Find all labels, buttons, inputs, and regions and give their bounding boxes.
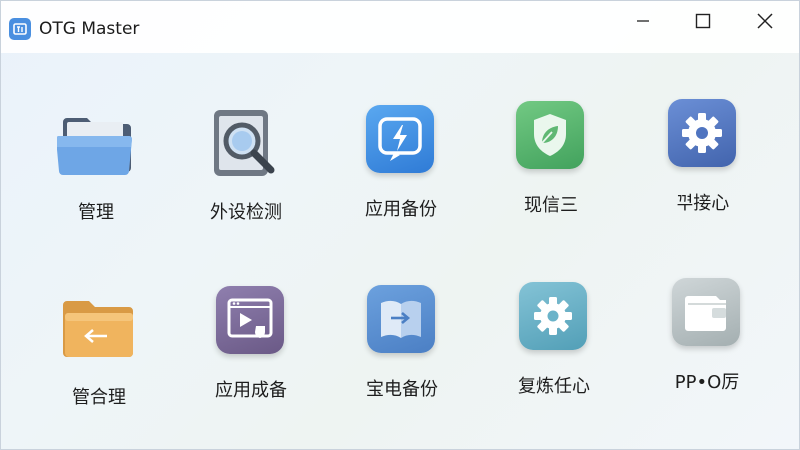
gear-icon [519,282,589,352]
otg-master-app-icon [9,18,31,40]
tile-label: 应用成备 [215,380,287,401]
tile-manage[interactable]: 管理 [26,108,166,248]
tile-power-backup[interactable]: 宝电备份 [332,285,472,425]
close-button[interactable] [735,1,795,41]
tile-label: 应用备份 [365,199,437,220]
tile-label: 宝电备份 [366,379,438,400]
tablet-search-icon [211,108,281,178]
folder-icon [57,108,132,178]
lightning-icon [366,105,436,175]
gear-icon [668,99,738,169]
tile-label: ᄁᅾ接心 [676,193,730,214]
tile-app-complete[interactable]: 应用成备 [181,286,321,426]
tile-security[interactable]: 现信三 [481,101,621,241]
close-icon [757,13,773,29]
tile-wallet[interactable]: PP•O厉 [637,278,777,418]
tile-app-backup[interactable]: 应用备份 [331,105,471,245]
window-title: OTG Master [39,19,140,39]
shield-leaf-icon [516,101,586,171]
media-window-icon [216,286,286,356]
feature-grid: 管理 外设检测 应用备份 现信三 ᄁᅾ接心 管合理 应用成备 宝电备份 复炼任心… [1,53,799,449]
wallet-icon [672,278,742,348]
tile-label: 现信三 [524,195,578,216]
book-transfer-icon [367,285,437,355]
minimize-icon [637,20,649,22]
minimize-button[interactable] [613,1,673,41]
title-bar: OTG Master [1,1,799,53]
tile-label: 管理 [78,202,114,223]
app-window: OTG Master 管理 外设检测 应用备份 现信三 ᄁᅾ接心 管合理 应用成… [0,0,800,450]
maximize-button[interactable] [673,1,733,41]
tile-manage-merge[interactable]: 管合理 [29,293,169,433]
tile-restore[interactable]: 复炼任心 [484,282,624,422]
tile-label: 管合理 [72,387,126,408]
tile-peripheral-detect[interactable]: 外设检测 [176,108,316,248]
folder-arrow-icon [63,293,134,363]
tile-settings[interactable]: ᄁᅾ接心 [633,99,773,239]
tile-label: 复炼任心 [518,376,590,397]
tile-label: 外设检测 [210,202,282,223]
tile-label: PP•O厉 [674,372,740,393]
maximize-icon [695,13,711,29]
